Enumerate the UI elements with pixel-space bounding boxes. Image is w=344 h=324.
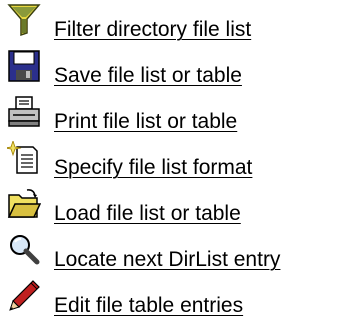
command-label: Edit file table entries [54,294,244,317]
command-label: Locate next DirList entry [54,248,281,271]
locate-next-dirlist-entry-link[interactable]: Locate next DirList entry [0,230,344,276]
printer-icon [7,95,41,129]
filter-directory-file-list-link[interactable]: Filter directory file list [0,0,344,46]
open-folder-icon [7,187,41,221]
funnel-filter-icon [7,3,41,37]
command-list: Filter directory file list Save file lis… [0,0,344,322]
command-label: Print file list or table [54,110,238,133]
floppy-disk-save-icon [7,49,41,83]
command-label: Specify file list format [54,156,253,179]
new-document-sparkle-icon [7,141,41,175]
command-label: Filter directory file list [54,18,252,41]
specify-file-list-format-link[interactable]: Specify file list format [0,138,344,184]
edit-file-table-entries-link[interactable]: Edit file table entries [0,276,344,322]
command-label: Load file list or table [54,202,241,225]
print-file-list-link[interactable]: Print file list or table [0,92,344,138]
magnifier-search-icon [7,233,41,267]
command-label: Save file list or table [54,64,242,87]
save-file-list-link[interactable]: Save file list or table [0,46,344,92]
load-file-list-link[interactable]: Load file list or table [0,184,344,230]
pencil-edit-icon [7,279,41,313]
